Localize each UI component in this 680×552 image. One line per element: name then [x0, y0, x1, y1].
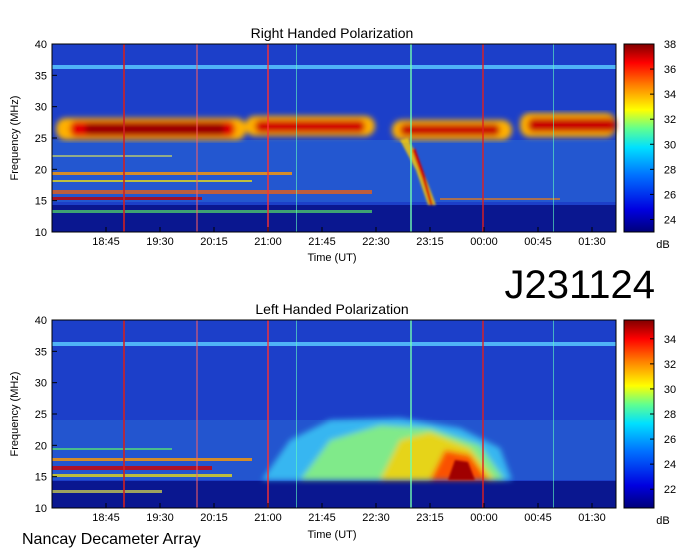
spectrogram [52, 44, 616, 232]
x-tick-label: 22:30 [362, 512, 390, 524]
y-tick-label: 25 [35, 133, 47, 145]
x-tick-label: 20:15 [200, 512, 228, 524]
x-tick-label: 23:15 [416, 236, 444, 248]
colorbar-tick-label: 24 [664, 459, 676, 471]
colorbar-tick-label: 28 [664, 409, 676, 421]
colorbar [623, 43, 655, 233]
x-tick-label: 21:45 [308, 512, 336, 524]
colorbar-label: dB [656, 239, 669, 251]
x-tick-label: 18:45 [92, 236, 120, 248]
x-tick-label: 00:00 [470, 512, 498, 524]
x-tick-label: 22:30 [362, 236, 390, 248]
colorbar-tick-label: 30 [664, 139, 676, 151]
x-tick-label: 01:30 [578, 236, 606, 248]
colorbar-tick-label: 24 [664, 214, 676, 226]
x-tick-label: 19:30 [146, 512, 174, 524]
colorbar [623, 319, 655, 509]
x-tick-label: 21:00 [254, 512, 282, 524]
colorbar-tick-label: 30 [664, 384, 676, 396]
y-tick-label: 10 [35, 503, 47, 515]
quiet-band [52, 481, 616, 508]
x-axis-label: Time (UT) [307, 252, 356, 264]
figure-id: J231124 [504, 263, 655, 307]
colorbar-tick-label: 36 [664, 64, 676, 76]
chart-title: Left Handed Polarization [255, 301, 408, 317]
y-tick-label: 40 [35, 39, 47, 51]
colorbar-tick-label: 34 [664, 334, 676, 346]
x-tick-label: 19:30 [146, 236, 174, 248]
quiet-band [52, 205, 616, 232]
colorbar-label: dB [656, 515, 669, 527]
panel-left-polarization: Left Handed Polarization 18:45 19:30 20:… [9, 301, 676, 541]
y-tick-label: 35 [35, 346, 47, 358]
x-axis-label: Time (UT) [307, 529, 356, 541]
y-tick-label: 35 [35, 70, 47, 82]
y-tick-label: 15 [35, 196, 47, 208]
colorbar-tick-label: 28 [664, 164, 676, 176]
y-tick-label: 10 [35, 227, 47, 239]
y-tick-label: 20 [35, 164, 47, 176]
colorbar-tick-label: 38 [664, 39, 676, 51]
colorbar-tick-label: 26 [664, 434, 676, 446]
x-tick-label: 20:15 [200, 236, 228, 248]
rfi-line [52, 65, 616, 69]
y-tick-label: 15 [35, 472, 47, 484]
y-tick-label: 25 [35, 409, 47, 421]
chart-title: Right Handed Polarization [251, 25, 414, 41]
y-axis-label: Frequency (MHz) [9, 96, 21, 181]
y-tick-label: 30 [35, 378, 47, 390]
x-tick-label: 00:45 [524, 512, 552, 524]
x-tick-label: 18:45 [92, 512, 120, 524]
x-tick-label: 00:45 [524, 236, 552, 248]
x-tick-label: 01:30 [578, 512, 606, 524]
y-tick-label: 30 [35, 102, 47, 114]
y-tick-label: 40 [35, 315, 47, 327]
colorbar-tick-label: 26 [664, 189, 676, 201]
y-axis-label: Frequency (MHz) [9, 372, 21, 457]
spectrogram [52, 320, 616, 508]
colorbar-tick-label: 22 [664, 484, 676, 496]
y-tick-label: 20 [35, 440, 47, 452]
panel-right-polarization: Right Handed Polarization 18:45 19:30 20… [9, 25, 676, 264]
x-tick-label: 21:45 [308, 236, 336, 248]
colorbar-tick-label: 32 [664, 359, 676, 371]
rfi-line [52, 342, 616, 346]
colorbar-tick-label: 34 [664, 89, 676, 101]
x-tick-label: 23:15 [416, 512, 444, 524]
colorbar-tick-label: 32 [664, 114, 676, 126]
x-tick-label: 21:00 [254, 236, 282, 248]
footer-label: Nancay Decameter Array [22, 531, 201, 548]
x-tick-label: 00:00 [470, 236, 498, 248]
figure: Right Handed Polarization 18:45 19:30 20… [9, 25, 676, 548]
